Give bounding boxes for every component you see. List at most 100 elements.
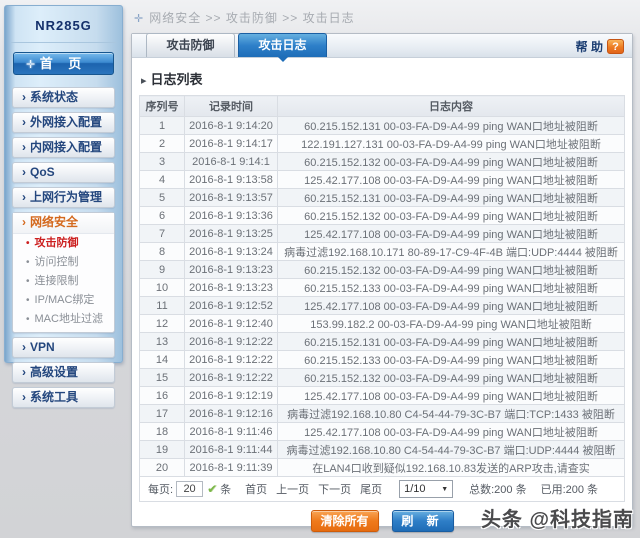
chevron-right-icon: › [22,115,26,129]
section-arrow-icon: ▸ [141,75,147,87]
column-header-time: 记录时间 [185,96,278,117]
sidebar-item-label: 系统工具 [30,390,78,404]
cell-time: 2016-8-1 9:12:22 [185,333,278,351]
cell-seq: 16 [140,387,185,405]
pagination-bar: 每页: ✔ 条 首页上一页下一页尾页 1/10 ▼ 总数:200 条 已用:20… [139,477,625,502]
table-row: 9 2016-8-1 9:13:23 60.215.152.132 00-03-… [140,261,625,279]
cell-content: 60.215.152.132 00-03-FA-D9-A4-99 ping WA… [278,369,625,387]
table-row: 12 2016-8-1 9:12:40 153.99.182.2 00-03-F… [140,315,625,333]
sidebar-item[interactable]: › VPN [12,337,115,358]
page-select[interactable]: 1/10 ▼ [399,480,453,498]
sidebar-subitem[interactable]: •MAC地址过滤 [13,310,114,329]
used-count: 已用:200 条 [541,481,598,497]
sidebar-item[interactable]: ›高级设置 [12,362,115,383]
sidebar-item-network-security[interactable]: ›网络安全 [13,213,114,234]
table-row: 6 2016-8-1 9:13:36 60.215.152.132 00-03-… [140,207,625,225]
table-header-row: 序列号 记录时间 日志内容 [140,96,625,117]
cell-time: 2016-8-1 9:14:1 [185,153,278,171]
cell-content: 125.42.177.108 00-03-FA-D9-A4-99 ping WA… [278,387,625,405]
tab[interactable]: 攻击日志 [238,33,327,57]
sidebar-subitem[interactable]: • IP/MAC绑定 [13,291,114,310]
section-title: ▸ 日志列表 [141,69,623,88]
chevron-right-icon: › [22,390,26,404]
cell-time: 2016-8-1 9:13:25 [185,225,278,243]
table-row: 11 2016-8-1 9:12:52 125.42.177.108 00-03… [140,297,625,315]
pagination-link[interactable]: 上一页 [276,481,309,497]
pagination-link[interactable]: 下一页 [318,481,351,497]
breadcrumb-text: 网络安全 >> 攻击防御 >> 攻击日志 [149,11,354,25]
table-row: 8 2016-8-1 9:13:24 病毒过滤192.168.10.171 80… [140,243,625,261]
bullet-icon: • [26,276,30,287]
cell-content: 60.215.152.131 00-03-FA-D9-A4-99 ping WA… [278,189,625,207]
cell-time: 2016-8-1 9:11:39 [185,459,278,477]
cell-content: 病毒过滤192.168.10.80 C4-54-44-79-3C-B7 端口:T… [278,405,625,423]
help-question-icon: ? [607,39,624,54]
chevron-right-icon: › [22,165,26,179]
cell-content: 60.215.152.132 00-03-FA-D9-A4-99 ping WA… [278,207,625,225]
cell-content: 153.99.182.2 00-03-FA-D9-A4-99 ping WAN口… [278,315,625,333]
bullet-icon: • [26,295,30,306]
confirm-check-icon[interactable]: ✔ [207,482,217,496]
pagination-link[interactable]: 首页 [245,481,267,497]
sidebar-item[interactable]: ›系统状态 [12,87,115,108]
refresh-button[interactable]: 刷 新 [392,510,454,532]
cell-time: 2016-8-1 9:12:19 [185,387,278,405]
cell-content: 60.215.152.131 00-03-FA-D9-A4-99 ping WA… [278,333,625,351]
main-panel: 攻击防御攻击日志 帮 助 ? ▸日志列表 序列号 记录时间 日志内容 1 [131,33,633,527]
cell-time: 2016-8-1 9:11:44 [185,441,278,459]
chevron-right-icon: › [22,340,26,354]
clear-all-button[interactable]: 清除所有 [311,510,379,532]
cell-time: 2016-8-1 9:12:16 [185,405,278,423]
cell-content: 60.215.152.131 00-03-FA-D9-A4-99 ping WA… [278,117,625,135]
column-header-seq: 序列号 [140,96,185,117]
cell-seq: 11 [140,297,185,315]
sidebar-item[interactable]: ›上网行为管理 [12,187,115,208]
cell-content: 122.191.127.131 00-03-FA-D9-A4-99 ping W… [278,135,625,153]
log-table: 序列号 记录时间 日志内容 1 2016-8-1 9:14:20 60.215.… [139,95,625,477]
sidebar-subitem-label: IP/MAC绑定 [35,294,95,306]
section-title-text: 日志列表 [151,72,203,87]
tab[interactable]: 攻击防御 [146,33,235,57]
home-button[interactable]: ✛ 首 页 [13,52,114,75]
sidebar-subitem[interactable]: •攻击防御 [13,234,114,253]
log-content: ▸ 日志列表 序列号 记录时间 日志内容 1 2016-8-1 9:14:20 6… [132,69,632,532]
sidebar-item-label: VPN [30,340,55,354]
help-link[interactable]: 帮 助 ? [576,38,624,55]
pagination-link[interactable]: 尾页 [360,481,382,497]
sidebar-item[interactable]: › 系统工具 [12,387,115,408]
dropdown-arrow-icon: ▼ [441,486,448,493]
sidebar-item[interactable]: ›内网接入配置 [12,137,115,158]
cell-time: 2016-8-1 9:13:23 [185,279,278,297]
cell-time: 2016-8-1 9:13:24 [185,243,278,261]
bullet-icon: • [26,314,30,325]
sidebar-item-label: 内网接入配置 [30,140,102,154]
tab-bar: 攻击防御攻击日志 帮 助 ? [132,34,632,58]
home-button-label: 首 页 [40,56,88,71]
table-row: 5 2016-8-1 9:13:57 60.215.152.131 00-03-… [140,189,625,207]
cell-time: 2016-8-1 9:11:46 [185,423,278,441]
cell-seq: 12 [140,315,185,333]
table-row: 14 2016-8-1 9:12:22 60.215.152.133 00-03… [140,351,625,369]
column-header-content: 日志内容 [278,96,625,117]
per-page-label: 每页: [148,481,173,497]
sidebar-item[interactable]: › 外网接入配置 [12,112,115,133]
per-page-input[interactable] [176,481,203,497]
sidebar-item[interactable]: ›QoS [12,162,115,183]
breadcrumb-icon: ✛ [134,13,144,25]
sidebar-subitem-label: 访问控制 [35,256,79,268]
cell-time: 2016-8-1 9:12:40 [185,315,278,333]
sidebar-subitem[interactable]: •访问控制 [13,253,114,272]
per-page-unit: 条 [220,481,231,497]
table-row: 10 2016-8-1 9:13:23 60.215.152.133 00-03… [140,279,625,297]
cell-time: 2016-8-1 9:12:22 [185,369,278,387]
cell-content: 病毒过滤192.168.10.80 C4-54-44-79-3C-B7 端口:U… [278,441,625,459]
home-icon: ✛ [26,55,35,76]
cell-content: 125.42.177.108 00-03-FA-D9-A4-99 ping WA… [278,423,625,441]
cell-time: 2016-8-1 9:12:22 [185,351,278,369]
sidebar-item-label: 外网接入配置 [30,115,102,129]
cell-seq: 14 [140,351,185,369]
sidebar-subitem[interactable]: •连接限制 [13,272,114,291]
cell-seq: 5 [140,189,185,207]
chevron-right-icon: › [22,90,26,104]
cell-seq: 9 [140,261,185,279]
